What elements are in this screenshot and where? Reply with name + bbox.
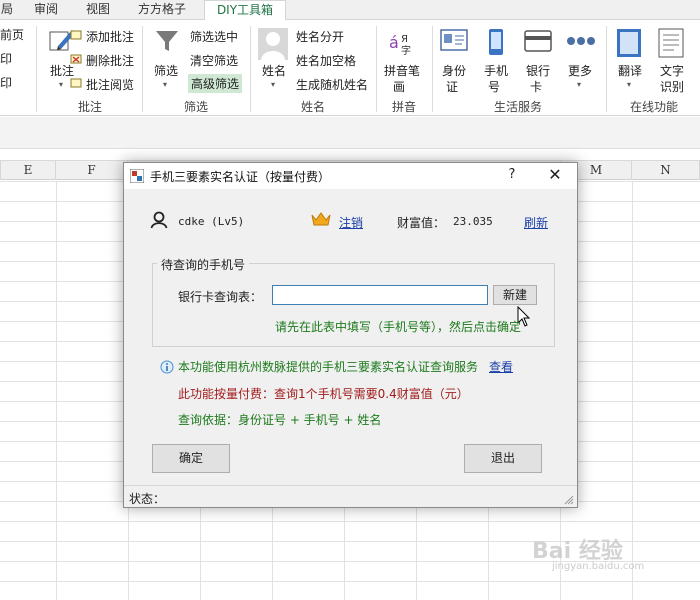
review-comment-button[interactable]: 批注阅览 (86, 76, 134, 93)
ribbon-partial-item[interactable]: 印 (0, 74, 12, 91)
group-label-pinyin: 拼音 (391, 100, 416, 114)
group-separator (36, 26, 37, 112)
filter-selected-button[interactable]: 筛选选中 (190, 28, 238, 45)
phone-number-button[interactable]: 手机 (484, 62, 508, 79)
hint-text: 请先在此表中填写（手机号等），然后点击确定 (275, 320, 522, 334)
real-name-verification-dialog: 手机三要素实名认证（按量付费） ? ✕ cdke (Lv5) 注销 财富值： 2… (123, 162, 578, 508)
pinyin-stroke-button-line2[interactable]: 画 (393, 78, 405, 95)
ribbon-partial-item[interactable]: 前页 (0, 26, 24, 43)
advanced-filter-button[interactable]: 高级筛选 (188, 74, 243, 93)
info-icon (160, 360, 174, 374)
name-add-space-button[interactable]: 姓名加空格 (296, 52, 356, 69)
pricing-text: 此功能按量付费：查询1个手机号需要0.4财富值（元） (178, 387, 469, 401)
pinyin-stroke-button[interactable]: 拼音笔 (384, 62, 420, 79)
chevron-down-icon: ▾ (59, 80, 64, 89)
group-separator (432, 26, 433, 112)
tab-fangfang[interactable]: 方方格子 (128, 0, 196, 20)
logout-link[interactable]: 注销 (339, 214, 363, 231)
svg-text:Я: Я (401, 34, 408, 45)
delete-comment-icon (70, 54, 82, 66)
chevron-down-icon: ▾ (271, 80, 276, 89)
tab-partial[interactable]: 局 (0, 0, 14, 20)
text-recognition-button[interactable]: 文字 (660, 62, 684, 79)
formula-bar-area (0, 117, 700, 149)
resize-grip-icon[interactable] (564, 495, 574, 505)
crown-icon (311, 211, 331, 227)
baidu-watermark: Bai 经验 jingyan.baidu.com (532, 533, 644, 572)
group-label-online: 在线功能 (629, 100, 678, 114)
tab-review[interactable]: 审阅 (26, 0, 66, 20)
close-button[interactable]: ✕ (544, 165, 566, 184)
dialog-titlebar[interactable]: 手机三要素实名认证（按量付费） ? ✕ (124, 163, 577, 189)
group-label-filter: 筛选 (183, 100, 208, 114)
id-card-button-line2[interactable]: 证 (446, 78, 458, 95)
column-header-n[interactable]: N (632, 161, 700, 180)
bank-card-button-line2[interactable]: 卡 (530, 78, 542, 95)
pinyin-icon[interactable]: áЯ字 (388, 28, 416, 56)
more-button[interactable]: 更多 (568, 62, 592, 79)
person-silhouette-icon[interactable] (258, 28, 288, 60)
ribbon: 前页 印 印 批注 ▾ 添加批注 删除批注 批注阅览 批注 筛选 ▾ 筛选选中 … (0, 20, 700, 116)
ribbon-tabs: 局 审阅 视图 方方格子 DIY工具箱 (0, 0, 700, 21)
dialog-statusbar: 状态： (124, 485, 577, 507)
split-name-button[interactable]: 姓名分开 (296, 28, 344, 45)
translate-button[interactable]: 翻译 (618, 62, 642, 79)
wealth-value: 23.035 (453, 215, 493, 228)
column-header-e[interactable]: E (0, 161, 56, 180)
group-separator (376, 26, 377, 112)
new-button[interactable]: 新建 (493, 285, 537, 305)
delete-comment-button[interactable]: 删除批注 (86, 52, 134, 69)
tab-diy-toolbox[interactable]: DIY工具箱 (204, 0, 286, 21)
group-label-life-services: 生活服务 (493, 100, 542, 114)
id-card-icon[interactable] (440, 28, 468, 54)
mobile-phone-icon[interactable] (486, 28, 506, 56)
chevron-down-icon: ▾ (627, 80, 632, 89)
query-basis-text: 查询依据：身份证号 + 手机号 + 姓名 (178, 413, 382, 427)
dialog-title: 手机三要素实名认证（按量付费） (150, 170, 331, 184)
chevron-down-icon: ▾ (163, 80, 168, 89)
group-label-annotations: 批注 (77, 100, 102, 114)
group-separator (606, 26, 607, 112)
group-separator (250, 26, 251, 112)
name-button[interactable]: 姓名 (262, 62, 286, 79)
bank-card-icon[interactable] (524, 30, 552, 52)
ok-button[interactable]: 确定 (152, 444, 230, 473)
column-header-f[interactable]: F (56, 161, 128, 180)
bank-card-button[interactable]: 银行 (526, 62, 550, 79)
id-card-button[interactable]: 身份 (442, 62, 466, 79)
random-name-button[interactable]: 生成随机姓名 (296, 76, 368, 93)
user-icon (150, 211, 168, 229)
clear-filter-button[interactable]: 清空筛选 (190, 52, 238, 69)
review-comment-icon (70, 78, 82, 90)
tab-view[interactable]: 视图 (76, 0, 120, 20)
exit-button[interactable]: 退出 (464, 444, 542, 473)
username: cdke (Lv5) (178, 215, 245, 228)
refresh-link[interactable]: 刷新 (524, 214, 548, 231)
groupbox-title: 待查询的手机号 (157, 256, 250, 273)
svg-text:á: á (389, 33, 399, 52)
watermark-sub: jingyan.baidu.com (552, 561, 645, 572)
phone-number-button-line2[interactable]: 号 (488, 78, 500, 95)
group-separator (142, 26, 143, 112)
app-icon (130, 169, 144, 183)
funnel-icon[interactable] (154, 28, 180, 54)
ribbon-partial-item[interactable]: 印 (0, 50, 12, 67)
more-dots-icon[interactable] (566, 36, 596, 46)
add-comment-icon (70, 30, 82, 42)
service-info-text: 本功能使用杭州数脉提供的手机三要素实名认证查询服务 (178, 360, 479, 374)
text-recognition-icon[interactable] (658, 28, 684, 58)
help-button[interactable]: ? (504, 167, 520, 182)
svg-text:字: 字 (401, 44, 411, 56)
bank-table-label: 银行卡查询表： (178, 290, 263, 304)
filter-button[interactable]: 筛选 (154, 62, 178, 79)
group-label-name: 姓名 (300, 100, 325, 114)
wealth-label: 财富值： (397, 216, 446, 230)
bank-table-input[interactable] (272, 285, 488, 305)
status-label: 状态： (129, 492, 166, 506)
translate-book-icon[interactable] (616, 28, 642, 58)
add-comment-button[interactable]: 添加批注 (86, 28, 134, 45)
chevron-down-icon: ▾ (577, 80, 582, 89)
text-recognition-button-line2[interactable]: 识别 (660, 78, 684, 95)
view-link[interactable]: 查看 (489, 358, 513, 375)
